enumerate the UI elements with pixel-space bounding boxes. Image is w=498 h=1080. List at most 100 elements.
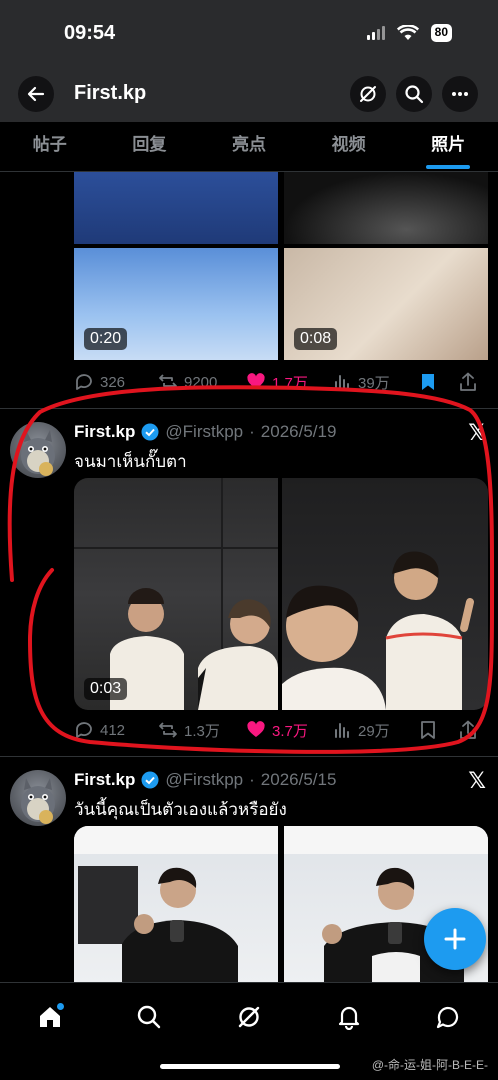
nav-notifications[interactable] <box>329 997 369 1037</box>
battery-indicator: 80 <box>430 24 452 42</box>
post1-actions: 326 9200 1.7万 39万 <box>74 370 490 394</box>
tab-highlights[interactable]: 亮点 <box>199 122 299 171</box>
totoro-avatar-icon <box>21 778 55 824</box>
profile-header: First.kp <box>0 66 498 122</box>
search-icon <box>137 1005 161 1029</box>
post3-photo-1[interactable] <box>74 826 278 982</box>
nav-home[interactable] <box>30 997 70 1037</box>
nav-messages[interactable] <box>428 997 468 1037</box>
heart-filled-icon <box>247 721 265 737</box>
author-name[interactable]: First.kp <box>74 770 135 790</box>
post-divider <box>0 756 498 757</box>
home-indicator[interactable] <box>160 1064 340 1069</box>
post-date[interactable]: 2026/5/19 <box>261 422 337 442</box>
wifi-icon <box>396 25 419 40</box>
tab-photos[interactable]: 照片 <box>398 122 498 171</box>
avatar[interactable] <box>10 770 66 826</box>
reply-count: 326 <box>100 373 126 391</box>
post2-text: จนมาเห็นกั๊บตา <box>74 452 187 471</box>
repost-count: 9200 <box>184 373 218 391</box>
bookmark-filled-icon <box>422 374 434 390</box>
verified-badge-icon <box>141 423 159 441</box>
status-icons: 80 <box>366 24 452 42</box>
like-count: 3.7万 <box>272 722 308 740</box>
reply-button[interactable]: 326 <box>74 372 158 392</box>
grok-icon <box>238 1006 260 1028</box>
x-logo-icon: 𝕏 <box>468 420 486 445</box>
reply-count: 412 <box>100 721 126 739</box>
reply-button[interactable]: 412 <box>74 720 158 740</box>
post-date[interactable]: 2026/5/15 <box>261 770 337 790</box>
like-button[interactable]: 3.7万 <box>246 720 332 741</box>
compose-button[interactable] <box>424 908 486 970</box>
chat-bubble-icon <box>436 1006 459 1029</box>
share-icon <box>460 720 476 739</box>
post2-photo[interactable] <box>282 478 488 710</box>
bookmark-button[interactable] <box>418 372 458 392</box>
search-icon <box>405 85 424 104</box>
more-dots-icon <box>452 92 468 96</box>
grok-icon <box>360 86 376 102</box>
back-button[interactable] <box>18 76 54 112</box>
views-chart-icon <box>335 375 349 390</box>
video-duration-badge: 0:08 <box>294 328 338 350</box>
reply-icon <box>76 722 92 738</box>
grok-button[interactable] <box>350 76 386 112</box>
status-time: 09:54 <box>64 22 116 44</box>
video-thumbnail-people <box>74 478 278 710</box>
tab-posts[interactable]: 帖子 <box>0 122 100 171</box>
bell-icon <box>338 1006 360 1030</box>
repost-icon <box>159 374 177 390</box>
views-count: 39万 <box>358 374 390 392</box>
repost-button[interactable]: 1.3万 <box>158 720 246 741</box>
post1-photo-2[interactable] <box>284 172 488 244</box>
arrow-left-icon <box>27 86 45 102</box>
post2-actions: 412 1.3万 3.7万 29万 <box>74 718 490 742</box>
notification-dot <box>57 1003 64 1010</box>
author-handle[interactable]: @Firstkpp <box>165 770 243 790</box>
more-button[interactable] <box>442 76 478 112</box>
avatar[interactable] <box>10 422 66 478</box>
bookmark-icon <box>421 721 435 739</box>
repost-icon <box>159 722 177 738</box>
x-logo-icon: 𝕏 <box>468 768 486 793</box>
author-name[interactable]: First.kp <box>74 422 135 442</box>
status-bar: 09:54 80 <box>0 0 498 66</box>
profile-tabs: 帖子 回复 亮点 视频 照片 <box>0 122 498 172</box>
verified-badge-icon <box>141 771 159 789</box>
like-count: 1.7万 <box>272 374 308 392</box>
post3-text: วันนี้คุณเป็นตัวเองแล้วหรือยัง <box>74 800 287 819</box>
bookmark-button[interactable] <box>418 720 458 740</box>
tab-videos[interactable]: 视频 <box>299 122 399 171</box>
repost-button[interactable]: 9200 <box>158 372 246 392</box>
meta-separator: · <box>249 770 255 789</box>
nav-search[interactable] <box>129 997 169 1037</box>
cellular-signal-icon <box>366 26 385 40</box>
like-button[interactable]: 1.7万 <box>246 372 332 393</box>
video-duration-badge: 0:03 <box>84 678 128 700</box>
video-duration-badge: 0:20 <box>84 328 128 350</box>
views-button[interactable]: 29万 <box>332 720 418 741</box>
nav-grok[interactable] <box>229 997 269 1037</box>
post2-video[interactable]: 0:03 <box>74 478 278 710</box>
search-button[interactable] <box>396 76 432 112</box>
post1-photo-1[interactable] <box>74 172 278 244</box>
views-count: 29万 <box>358 722 390 740</box>
post-divider <box>0 408 498 409</box>
share-button[interactable] <box>458 720 482 740</box>
views-button[interactable]: 39万 <box>332 372 418 393</box>
plus-icon <box>444 928 466 950</box>
totoro-avatar-icon <box>21 430 55 476</box>
meta-separator: · <box>249 422 255 441</box>
repost-count: 1.3万 <box>184 722 220 740</box>
post1-video-1[interactable]: 0:20 <box>74 248 278 360</box>
author-handle[interactable]: @Firstkpp <box>165 422 243 442</box>
photo-selfie-people <box>282 551 474 710</box>
weibo-watermark: @-命-运-姐-阿-B-E-E- <box>371 1058 488 1072</box>
share-icon <box>460 372 476 391</box>
timeline-feed[interactable]: 0:20 0:08 326 9200 1.7万 39万 First.kp @Fi… <box>0 172 498 982</box>
post2-author: First.kp @Firstkpp · 2026/5/19 <box>74 422 336 442</box>
share-button[interactable] <box>458 372 482 392</box>
tab-replies[interactable]: 回复 <box>100 122 200 171</box>
post1-video-2[interactable]: 0:08 <box>284 248 488 360</box>
